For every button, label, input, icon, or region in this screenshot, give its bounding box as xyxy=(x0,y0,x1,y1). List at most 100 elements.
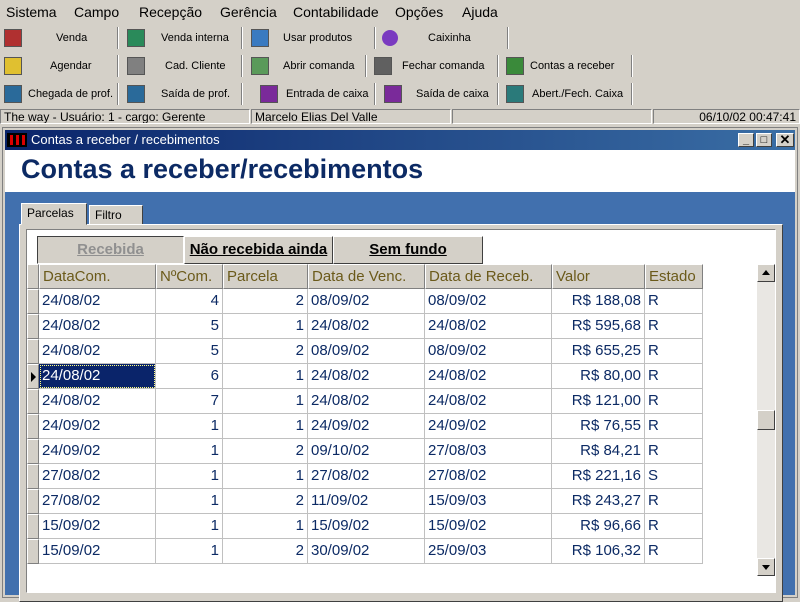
venda-button[interactable]: Venda xyxy=(4,26,87,50)
table-cell-parcela[interactable]: 1 xyxy=(223,514,308,539)
subtab-recebida[interactable]: Recebida xyxy=(37,236,184,264)
table-cell-valor[interactable]: R$ 595,68 xyxy=(552,314,645,339)
table-cell-valor[interactable]: R$ 76,55 xyxy=(552,414,645,439)
column-header-datacom[interactable]: DataCom. xyxy=(39,264,156,289)
table-cell-estado[interactable]: R xyxy=(645,439,703,464)
usar-produtos-button[interactable]: Usar produtos xyxy=(251,26,352,50)
tab-filtro[interactable]: Filtro xyxy=(89,205,143,225)
vertical-scrollbar[interactable] xyxy=(757,264,775,576)
row-indicator[interactable] xyxy=(27,514,39,539)
table-cell-valor[interactable]: R$ 243,27 xyxy=(552,489,645,514)
scroll-down-button[interactable] xyxy=(757,558,775,576)
table-cell-parcela[interactable]: 1 xyxy=(223,364,308,389)
row-indicator[interactable] xyxy=(27,539,39,564)
table-cell-valor[interactable]: R$ 106,32 xyxy=(552,539,645,564)
subtab-nao-recebida[interactable]: Não recebida ainda xyxy=(184,236,333,264)
column-header-numcom[interactable]: NºCom. xyxy=(156,264,223,289)
column-header-parcela[interactable]: Parcela xyxy=(223,264,308,289)
agendar-button[interactable]: Agendar xyxy=(4,54,92,78)
table-cell-parcela[interactable]: 2 xyxy=(223,489,308,514)
table-cell-valor[interactable]: R$ 80,00 xyxy=(552,364,645,389)
table-cell-datacom[interactable]: 24/09/02 xyxy=(39,439,156,464)
row-indicator[interactable] xyxy=(27,414,39,439)
table-cell-valor[interactable]: R$ 188,08 xyxy=(552,289,645,314)
menu-recepcao[interactable]: Recepção xyxy=(139,4,202,20)
table-cell-data-venc[interactable]: 08/09/02 xyxy=(308,339,425,364)
contas-a-receber-button[interactable]: Contas a receber xyxy=(506,54,614,78)
table-cell-datacom[interactable]: 15/09/02 xyxy=(39,539,156,564)
table-cell-datacom[interactable]: 15/09/02 xyxy=(39,514,156,539)
subtab-sem-fundo[interactable]: Sem fundo xyxy=(333,236,483,264)
table-cell-data-receb[interactable]: 15/09/02 xyxy=(425,514,552,539)
cad-cliente-button[interactable]: Cad. Cliente xyxy=(127,54,226,78)
row-indicator[interactable] xyxy=(27,289,39,314)
table-cell-datacom[interactable]: 27/08/02 xyxy=(39,464,156,489)
table-cell-data-receb[interactable]: 24/09/02 xyxy=(425,414,552,439)
row-indicator[interactable] xyxy=(27,314,39,339)
table-cell-parcela[interactable]: 2 xyxy=(223,539,308,564)
column-header-estado[interactable]: Estado xyxy=(645,264,703,289)
scroll-up-button[interactable] xyxy=(757,264,775,282)
table-cell-estado[interactable]: S xyxy=(645,464,703,489)
menu-sistema[interactable]: Sistema xyxy=(6,4,57,20)
table-cell-numcom[interactable]: 1 xyxy=(156,489,223,514)
table-cell-data-venc[interactable]: 30/09/02 xyxy=(308,539,425,564)
scroll-thumb[interactable] xyxy=(757,410,775,430)
table-cell-estado[interactable]: R xyxy=(645,314,703,339)
table-cell-estado[interactable]: R xyxy=(645,414,703,439)
close-button[interactable]: ✕ xyxy=(776,133,794,147)
table-cell-data-venc[interactable]: 09/10/02 xyxy=(308,439,425,464)
column-header-data-venc[interactable]: Data de Venc. xyxy=(308,264,425,289)
abert-fech-caixa-button[interactable]: Abert./Fech. Caixa xyxy=(506,82,623,106)
table-cell-valor[interactable]: R$ 84,21 xyxy=(552,439,645,464)
saida-caixa-button[interactable]: Saída de caixa xyxy=(384,82,489,106)
caixinha-button[interactable]: Caixinha xyxy=(382,26,471,50)
minimize-button[interactable]: _ xyxy=(738,133,754,147)
menu-ajuda[interactable]: Ajuda xyxy=(462,4,498,20)
table-cell-data-venc[interactable]: 27/08/02 xyxy=(308,464,425,489)
menu-opcoes[interactable]: Opções xyxy=(395,4,443,20)
table-cell-estado[interactable]: R xyxy=(645,364,703,389)
table-cell-parcela[interactable]: 2 xyxy=(223,439,308,464)
table-cell-datacom[interactable]: 24/09/02 xyxy=(39,414,156,439)
menu-contabilidade[interactable]: Contabilidade xyxy=(293,4,379,20)
table-cell-numcom[interactable]: 5 xyxy=(156,339,223,364)
table-cell-datacom[interactable]: 24/08/02 xyxy=(39,314,156,339)
table-cell-estado[interactable]: R xyxy=(645,339,703,364)
table-cell-valor[interactable]: R$ 221,16 xyxy=(552,464,645,489)
receivables-grid[interactable]: DataCom. NºCom. Parcela Data de Venc. Data d… xyxy=(27,264,775,576)
table-cell-data-venc[interactable]: 24/08/02 xyxy=(308,389,425,414)
table-cell-data-receb[interactable]: 27/08/02 xyxy=(425,464,552,489)
table-cell-estado[interactable]: R xyxy=(645,539,703,564)
table-cell-datacom[interactable]: 27/08/02 xyxy=(39,489,156,514)
row-indicator[interactable] xyxy=(27,489,39,514)
row-indicator[interactable] xyxy=(27,389,39,414)
table-cell-valor[interactable]: R$ 655,25 xyxy=(552,339,645,364)
saida-prof-button[interactable]: Saída de prof. xyxy=(127,82,230,106)
row-indicator[interactable] xyxy=(27,464,39,489)
table-cell-numcom[interactable]: 1 xyxy=(156,414,223,439)
table-cell-data-receb[interactable]: 25/09/03 xyxy=(425,539,552,564)
table-cell-data-receb[interactable]: 24/08/02 xyxy=(425,364,552,389)
table-cell-numcom[interactable]: 7 xyxy=(156,389,223,414)
table-cell-data-receb[interactable]: 15/09/03 xyxy=(425,489,552,514)
table-cell-datacom[interactable]: 24/08/02 xyxy=(39,389,156,414)
table-cell-datacom[interactable]: 24/08/02 xyxy=(39,289,156,314)
window-titlebar[interactable]: Contas a receber / recebimentos _ □ ✕ xyxy=(5,130,795,150)
table-cell-data-venc[interactable]: 24/08/02 xyxy=(308,364,425,389)
menu-gerencia[interactable]: Gerência xyxy=(220,4,277,20)
table-cell-numcom[interactable]: 1 xyxy=(156,514,223,539)
table-cell-data-venc[interactable]: 24/08/02 xyxy=(308,314,425,339)
entrada-caixa-button[interactable]: Entrada de caixa xyxy=(260,82,369,106)
table-cell-numcom[interactable]: 1 xyxy=(156,439,223,464)
table-cell-data-venc[interactable]: 11/09/02 xyxy=(308,489,425,514)
tab-parcelas[interactable]: Parcelas xyxy=(21,203,87,225)
table-cell-estado[interactable]: R xyxy=(645,489,703,514)
table-cell-estado[interactable]: R xyxy=(645,389,703,414)
table-cell-numcom[interactable]: 1 xyxy=(156,464,223,489)
table-cell-data-venc[interactable]: 08/09/02 xyxy=(308,289,425,314)
table-cell-valor[interactable]: R$ 121,00 xyxy=(552,389,645,414)
table-cell-parcela[interactable]: 2 xyxy=(223,289,308,314)
column-header-valor[interactable]: Valor xyxy=(552,264,645,289)
table-cell-estado[interactable]: R xyxy=(645,289,703,314)
